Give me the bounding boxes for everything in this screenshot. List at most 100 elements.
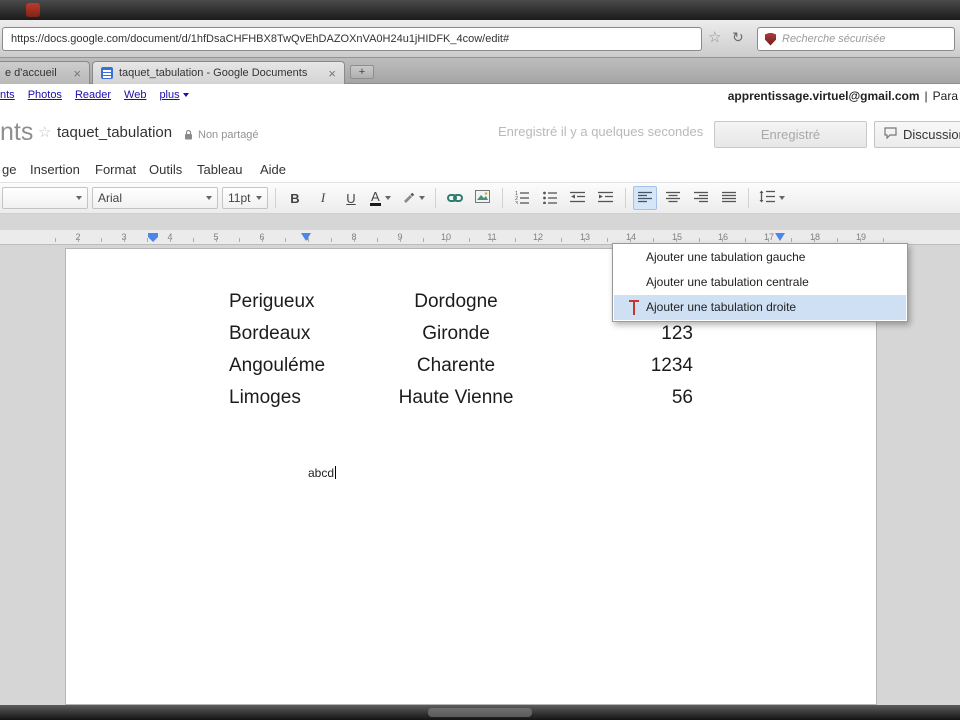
tab-stop-marker[interactable]: [775, 233, 785, 241]
url-input[interactable]: https://docs.google.com/document/d/1hfDs…: [2, 27, 702, 51]
save-status: Enregistré il y a quelques secondes: [498, 124, 704, 139]
menu-insertion[interactable]: Insertion: [30, 162, 80, 177]
cell-city: Angouléme: [229, 355, 326, 376]
document-title[interactable]: taquet_tabulation: [57, 124, 172, 141]
link-more[interactable]: plus: [159, 89, 189, 101]
align-left-button[interactable]: [632, 186, 657, 210]
chevron-down-icon: [256, 196, 262, 200]
search-input[interactable]: Recherche sécurisée: [757, 27, 955, 51]
chevron-down-icon: [206, 196, 212, 200]
italic-button[interactable]: I: [311, 186, 335, 210]
link-reader[interactable]: Reader: [75, 89, 111, 101]
cell-number: 123: [661, 323, 693, 344]
bold-icon: B: [290, 190, 300, 206]
menu-format[interactable]: Format: [95, 162, 136, 177]
bullet-list-button[interactable]: [538, 186, 562, 210]
font-size-dropdown[interactable]: 11pt: [222, 187, 268, 209]
ruler-number: 10: [440, 232, 452, 242]
google-links-bar: nts Photos Reader Web plus apprentissage…: [0, 84, 960, 108]
bullet-list-icon: [542, 190, 558, 207]
menu-tableau[interactable]: Tableau: [197, 162, 243, 177]
line-spacing-button[interactable]: [756, 186, 788, 210]
toolbar-separator: [624, 188, 626, 208]
shield-icon: [765, 32, 776, 46]
speech-bubble-icon: [884, 127, 897, 142]
insert-link-button[interactable]: [443, 186, 467, 210]
ruler-number: 8: [351, 232, 357, 242]
ruler-number: 19: [855, 232, 867, 242]
indent-marker[interactable]: [148, 233, 158, 242]
insert-image-button[interactable]: [471, 186, 495, 210]
toolbar-separator: [501, 188, 503, 208]
menu-item-tab-left[interactable]: Ajouter une tabulation gauche: [614, 245, 906, 270]
tab-document-label: taquet_tabulation - Google Documents: [119, 67, 308, 79]
ruler-number: 15: [671, 232, 683, 242]
numbered-list-button[interactable]: 123: [510, 186, 534, 210]
font-size-value: 11pt: [228, 191, 251, 205]
ruler-number: 14: [625, 232, 637, 242]
cell-number: 1234: [650, 355, 693, 376]
link-photos[interactable]: Photos: [28, 89, 62, 101]
toolbar-separator: [434, 188, 436, 208]
bookmark-star-icon[interactable]: ☆: [708, 30, 721, 45]
underline-button[interactable]: U: [339, 186, 363, 210]
image-icon: [475, 190, 491, 206]
toolbar-separator: [747, 188, 749, 208]
link-icon: [446, 191, 463, 206]
ruler-number: 17: [763, 232, 775, 242]
browser-tabstrip: e d'accueil × taquet_tabulation - Google…: [0, 58, 960, 84]
table-row: Limoges Haute Vienne 56: [66, 387, 876, 419]
text-color-button[interactable]: A: [367, 186, 394, 210]
search-placeholder: Recherche sécurisée: [782, 33, 886, 45]
menu-item-tab-center[interactable]: Ajouter une tabulation centrale: [614, 270, 906, 295]
new-tab-button[interactable]: +: [350, 65, 374, 79]
tab-home-label: e d'accueil: [5, 67, 57, 79]
close-icon[interactable]: ×: [73, 67, 81, 80]
favorite-star-icon[interactable]: ☆: [38, 125, 51, 140]
cell-city: Limoges: [229, 387, 301, 408]
tab-document[interactable]: taquet_tabulation - Google Documents ×: [92, 61, 345, 84]
tab-stop-marker[interactable]: [301, 233, 311, 241]
account-email: apprentissage.virtuel@gmail.com: [727, 89, 920, 103]
typed-text-value: abcd: [308, 466, 335, 480]
saved-button[interactable]: Enregistré: [714, 121, 867, 148]
reload-icon[interactable]: ↻: [732, 30, 744, 44]
cell-department: Gironde: [422, 323, 490, 344]
menu-item-tab-right[interactable]: Ajouter une tabulation droite: [614, 295, 906, 320]
docs-logo: nts: [0, 118, 34, 146]
font-value: Arial: [98, 191, 123, 205]
bold-button[interactable]: B: [283, 186, 307, 210]
link-documents[interactable]: nts: [0, 89, 15, 101]
menu-aide[interactable]: Aide: [260, 162, 286, 177]
chevron-down-icon: [418, 196, 425, 200]
align-right-icon: [693, 191, 708, 206]
align-right-button[interactable]: [689, 186, 713, 210]
indent-icon: [597, 191, 614, 206]
line-spacing-icon: [759, 190, 775, 206]
link-web[interactable]: Web: [124, 89, 146, 101]
align-center-icon: [665, 191, 680, 206]
outdent-button[interactable]: [566, 186, 590, 210]
outdent-icon: [569, 191, 586, 206]
ruler-number: 4: [167, 232, 173, 242]
ruler-number: 2: [75, 232, 81, 242]
underline-icon: U: [346, 190, 356, 206]
discussion-button[interactable]: Discussion: [874, 121, 960, 148]
settings-link[interactable]: Para: [933, 89, 958, 103]
highlight-color-button[interactable]: [398, 186, 428, 210]
chevron-down-icon: [182, 93, 189, 97]
align-center-button[interactable]: [661, 186, 685, 210]
chevron-down-icon: [76, 196, 82, 200]
tab-home[interactable]: e d'accueil ×: [0, 61, 90, 84]
menu-item-label: Ajouter une tabulation droite: [646, 300, 797, 314]
font-dropdown[interactable]: Arial: [92, 187, 218, 209]
ruler-number: 3: [121, 232, 127, 242]
table-row: Angouléme Charente 1234: [66, 355, 876, 387]
ruler-number: 13: [579, 232, 591, 242]
indent-button[interactable]: [594, 186, 618, 210]
justify-button[interactable]: [717, 186, 741, 210]
menu-affichage[interactable]: ge: [2, 162, 16, 177]
close-icon[interactable]: ×: [328, 67, 336, 80]
menu-outils[interactable]: Outils: [149, 162, 182, 177]
styles-dropdown[interactable]: [2, 187, 88, 209]
